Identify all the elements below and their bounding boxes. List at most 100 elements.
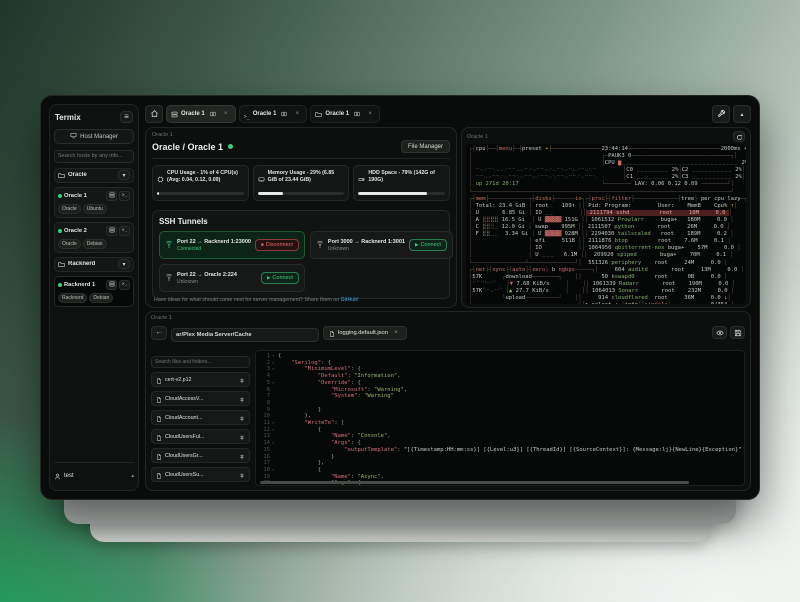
ssh-tunnels-title: SSH Tunnels [159, 217, 443, 226]
terminal-icon: >_ [122, 228, 127, 233]
file-icon [156, 466, 162, 484]
tab-bar: Oracle 1×>_Oracle 1×Oracle 1× ▴ [145, 104, 751, 124]
close-icon[interactable]: × [292, 108, 302, 120]
sidebar-group-oracle[interactable]: Oracle▾ [54, 168, 134, 183]
server-connect-button[interactable] [106, 226, 117, 236]
terminal-output[interactable]: ┌┤cpu├──┤menu├─┤preset +├───────────────… [466, 144, 746, 304]
pin-icon[interactable] [239, 372, 245, 389]
terminal-connect-button[interactable]: >_ [119, 280, 130, 290]
sidebar-menu-button[interactable]: ≡ [120, 111, 133, 123]
terminal-panel: Oracle 1 ┌┤cpu├──┤menu├─┤preset +├──────… [461, 127, 751, 308]
close-icon[interactable]: × [365, 108, 375, 120]
monitor-icon [70, 132, 77, 141]
home-button[interactable] [145, 105, 163, 123]
pin-icon[interactable] [239, 447, 245, 465]
file-list-item[interactable]: CloudUsersFul... [151, 429, 250, 444]
tab-server[interactable]: Oracle 1× [166, 105, 236, 123]
disconnect-button[interactable]: ■Disconnect [255, 239, 299, 251]
editor-line: 16 } [256, 454, 744, 461]
server-connect-button[interactable] [106, 280, 117, 290]
editor-tab[interactable]: logging.default.json × [323, 326, 407, 340]
panel-label: Oracle 1 [467, 134, 488, 140]
host-list: Oracle▾Oracle 1>_OracleUbuntuOracle 2>_O… [54, 168, 134, 459]
connect-button[interactable]: ▶Connect [261, 272, 299, 284]
pin-icon[interactable] [239, 390, 245, 408]
host-row: Oracle 2>_ [58, 226, 130, 236]
save-button[interactable] [730, 326, 745, 339]
code-content: { [278, 353, 744, 360]
terminal-connect-button[interactable]: >_ [119, 191, 130, 201]
collapse-button[interactable]: ▴ [733, 105, 751, 123]
terminal-icon: >_ [244, 105, 250, 123]
preview-button[interactable] [712, 326, 727, 339]
connect-button[interactable]: ▶Connect [409, 239, 447, 251]
horizontal-scrollbar[interactable] [260, 481, 689, 484]
terminal-header: Oracle 1 [466, 131, 746, 142]
code-editor[interactable]: 1▾{2▾ "Serilog": {3▾ "MinimumLevel": {4 … [255, 350, 745, 486]
host-tag: Debian [83, 239, 107, 249]
close-icon[interactable]: × [391, 327, 401, 339]
tunnel-list: Port 22 → Racknerd 1:23000Connected■Disc… [159, 231, 443, 292]
sidebar-group-racknerd[interactable]: Racknerd▾ [54, 257, 134, 272]
line-number: 3 [256, 366, 272, 373]
file-manager-button[interactable]: File Manager [401, 140, 450, 153]
refresh-button[interactable] [733, 131, 745, 142]
host-manager-button[interactable]: Host Manager [54, 129, 134, 144]
tab-folder[interactable]: Oracle 1× [310, 105, 380, 123]
file-list-item[interactable]: CloudUsersGr... [151, 448, 250, 463]
server-connect-button[interactable] [106, 191, 117, 201]
code-content: "MinimumLevel": { [278, 366, 744, 373]
file-search-input[interactable] [151, 356, 250, 368]
tab-terminal[interactable]: >_Oracle 1× [239, 105, 308, 123]
host-tags: OracleUbuntu [58, 204, 130, 214]
server-panel: Oracle 1 Oracle / Oracle 1 File Manager … [145, 127, 457, 308]
file-list-item[interactable]: CloudAccessV... [151, 391, 250, 406]
stat-row: Memory Usage - 29% (6.85 GiB of 23.44 Gi… [258, 170, 345, 188]
file-name: CloudAccount... [165, 415, 236, 421]
pin-icon[interactable] [239, 485, 245, 487]
progress-fill [157, 192, 159, 195]
split-icon[interactable] [352, 108, 362, 120]
breadcrumb: Oracle / Oracle 1 [152, 142, 223, 152]
terminal-connect-button[interactable]: >_ [119, 226, 130, 236]
host-item-oracle-1[interactable]: Oracle 1>_OracleUbuntu [54, 187, 134, 218]
host-item-racknerd-1[interactable]: Racknerd 1>_RacknerdDebian [54, 276, 134, 307]
host-item-oracle-2[interactable]: Oracle 2>_OracleDebian [54, 222, 134, 253]
divider [152, 158, 450, 159]
split-icon[interactable] [279, 108, 289, 120]
tools-button[interactable] [712, 105, 730, 123]
file-icon [156, 428, 162, 446]
hdd-icon [358, 170, 365, 188]
pin-icon[interactable] [239, 428, 245, 446]
pin-icon[interactable] [239, 466, 245, 484]
user-menu[interactable]: test ▴ [54, 462, 134, 485]
chevron-down-icon[interactable]: ▾ [118, 259, 130, 269]
file-list-item[interactable]: cert-v2.p12 [151, 372, 250, 387]
ssh-tunnels-card: SSH Tunnels Port 22 → Racknerd 1:23000Co… [152, 210, 450, 299]
host-tag: Oracle [58, 204, 81, 214]
file-panel-body: cert-v2.p12 CloudAccessV... CloudAccount..… [151, 350, 745, 486]
signal-icon [165, 236, 173, 254]
home-icon [150, 109, 159, 120]
signal-icon [316, 236, 324, 254]
split-icon[interactable] [208, 108, 218, 120]
save-icon [734, 325, 742, 340]
line-number: 4 [256, 373, 272, 380]
path-input[interactable] [171, 328, 319, 342]
tunnel-info: Port 22 → Oracle 2:224Unknown [177, 272, 257, 285]
close-icon[interactable]: × [221, 108, 231, 120]
file-list-item[interactable]: CloudAccount... [151, 410, 250, 425]
code-content: "Name": "Console", [278, 433, 744, 440]
host-search-input[interactable] [54, 150, 134, 163]
tunnel-status: Connected [177, 246, 251, 252]
feedback-hint: Have ideas for what should come next for… [154, 297, 448, 303]
chevron-down-icon[interactable]: ▾ [118, 170, 130, 180]
back-button[interactable]: ← [151, 326, 167, 340]
pin-icon[interactable] [239, 409, 245, 427]
file-list-item[interactable]: CloudUsersSu... [151, 467, 250, 482]
editor-line: 1▾{ [256, 353, 744, 360]
stat-card-cpu: CPU Usage - 1% of 4 CPU(s) (Avg: 0.04, 0… [152, 165, 249, 201]
github-link[interactable]: GitHub! [341, 297, 359, 303]
tab-list: Oracle 1×>_Oracle 1×Oracle 1× [166, 105, 380, 123]
tunnel-card: Port 22 → Racknerd 1:23000Connected■Disc… [159, 231, 305, 259]
